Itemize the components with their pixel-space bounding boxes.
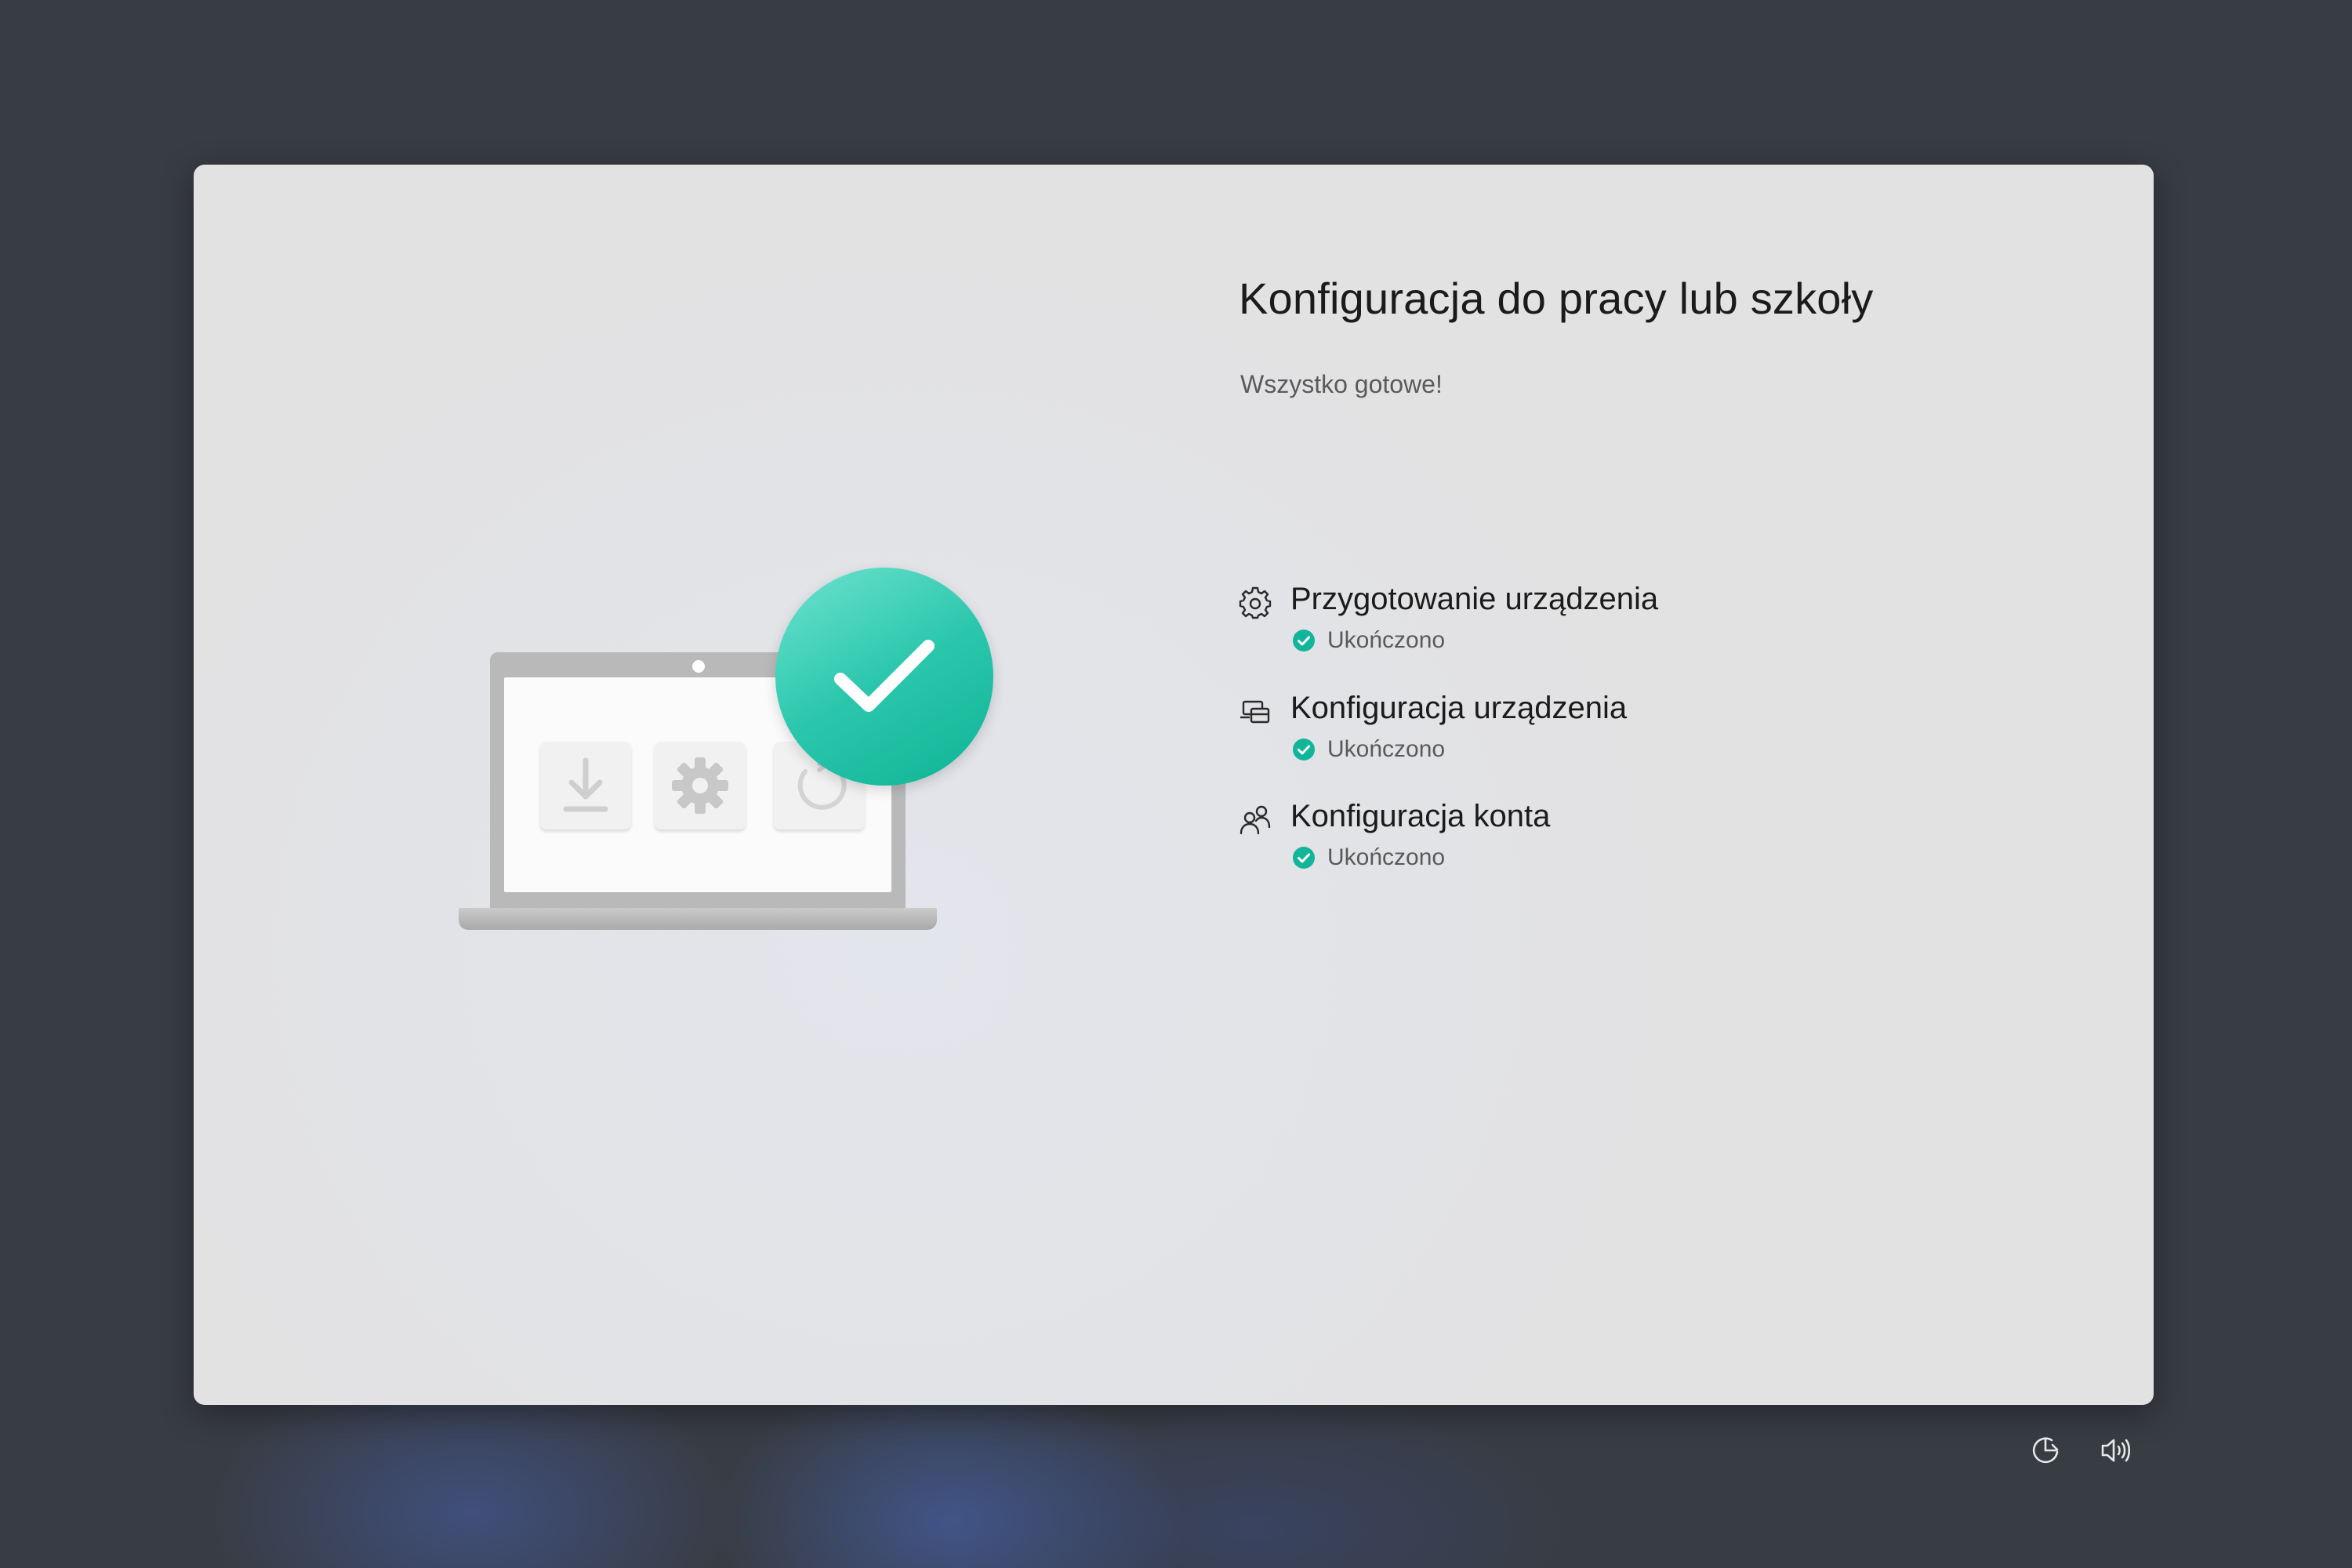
settings-tile [655,742,746,829]
step-status: Ukończono [1327,844,1446,870]
success-check-icon [1293,847,1315,869]
step-device-setup[interactable]: Konfiguracja urządzenia Ukończono [1239,691,2154,777]
step-account-setup[interactable]: Konfiguracja konta Ukończono [1239,799,2154,885]
volume-icon[interactable] [2098,1433,2132,1468]
success-check-icon [1293,630,1315,652]
step-device-preparation[interactable]: Przygotowanie urządzenia Ukończono [1239,582,2154,668]
gear-icon [672,757,728,814]
page-title: Konfiguracja do pracy lub szkoły [1239,274,1874,323]
download-tile [540,742,631,829]
download-icon [563,757,608,812]
laptop-camera [692,660,705,673]
step-title: Konfiguracja konta [1290,799,1551,833]
accessibility-icon[interactable] [2028,1433,2063,1468]
status-message: Wszystko gotowe! [1240,370,1443,398]
checkmark-icon [834,640,935,712]
device-setup-icon [1240,700,1270,724]
account-icon [1240,805,1271,835]
gear-icon [1239,586,1272,619]
success-check-icon [1293,739,1315,760]
laptop-base [459,908,937,930]
step-title: Przygotowanie urządzenia [1290,582,1659,616]
step-status: Ukończono [1327,627,1446,653]
step-status: Ukończono [1327,736,1446,762]
success-badge [775,568,993,786]
setup-dialog: Konfiguracja do pracy lub szkoły Wszystk… [194,165,2154,1405]
step-title: Konfiguracja urządzenia [1290,691,1628,725]
